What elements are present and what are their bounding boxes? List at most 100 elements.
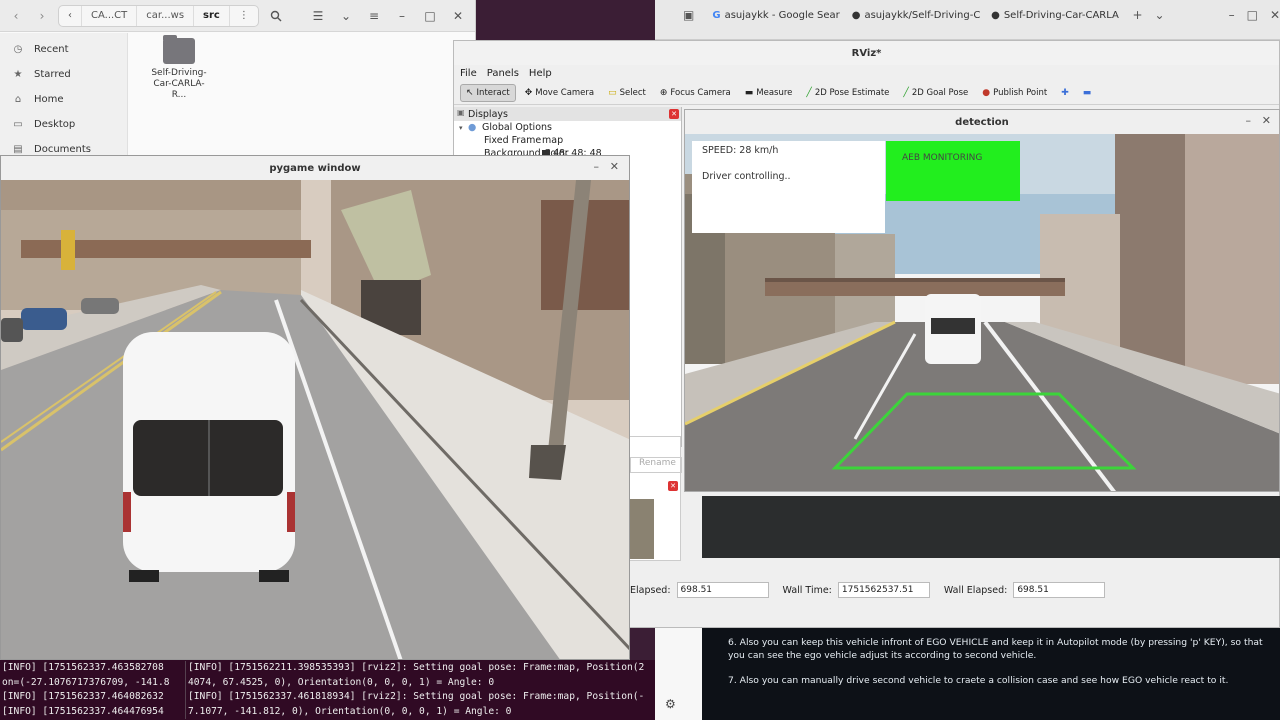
browser-tab-active[interactable]: ●Self-Driving-Car-CARLA✕	[985, 3, 1120, 27]
list-view-icon[interactable]: ☰	[307, 5, 329, 27]
terminal-line: [INFO] [1751562337.464476954	[2, 705, 164, 717]
terminal-line: [INFO] [1751562337.461818934] [rviz2]: S…	[188, 691, 645, 702]
readme-content: 6. Also you can keep this vehicle infron…	[702, 628, 1280, 720]
file-manager-headerbar: ‹ › ‹ CA...CT car...ws src ⋮ ☰ ⌄ ≡ – □ ✕	[0, 0, 475, 32]
aeb-status-box: AEB MONITORING	[886, 141, 1020, 201]
path-crumb-current[interactable]: src	[194, 6, 229, 26]
tool-label: Move Camera	[535, 87, 595, 98]
path-bar[interactable]: ‹ CA...CT car...ws src ⋮	[58, 4, 259, 27]
browser-tab[interactable]: Gasujaykk - Google Sear✕	[706, 3, 841, 27]
sidebar-item-starred[interactable]: ★ Starred	[0, 62, 127, 87]
rviz-3d-viewport[interactable]	[702, 496, 1280, 558]
github-icon: ●	[851, 9, 861, 21]
ruler-icon: ▬	[744, 87, 754, 98]
terminal-window[interactable]: [INFO] [1751562337.463582708 on=(-27.1076…	[0, 660, 655, 720]
folder-icon	[163, 35, 195, 64]
path-crumb[interactable]: CA...CT	[82, 5, 138, 26]
path-root-icon[interactable]: ‹	[59, 5, 82, 26]
detection-title: detection	[955, 116, 1009, 128]
documents-icon: ▤	[13, 144, 23, 155]
tree-row-global-options[interactable]: ▾ ● Global Options	[454, 121, 681, 134]
readme-list-item: 6. Also you can keep this vehicle infron…	[728, 637, 1263, 661]
menu-icon[interactable]: ≡	[363, 5, 385, 27]
wall-elapsed-label: Wall Elapsed:	[943, 584, 1008, 596]
wall-time-label: Wall Time:	[782, 584, 832, 596]
cursor-icon: ↖	[466, 87, 474, 98]
property-value[interactable]: map	[542, 135, 563, 146]
path-crumb[interactable]: car...ws	[137, 5, 195, 26]
desktop-icon: ▭	[13, 119, 23, 130]
tool-focus-camera-button[interactable]: ⊕ Focus Camera	[655, 84, 736, 102]
tree-label: Global Options	[482, 122, 552, 133]
terminal-line: on=(-27.1076717376709, -141.8	[2, 676, 170, 688]
menu-panels[interactable]: Panels	[487, 68, 519, 79]
tab-label: Self-Driving-Car-CARLA	[1003, 9, 1119, 21]
new-tab-icon[interactable]: +	[1132, 8, 1142, 22]
plus-icon: ✚	[1061, 87, 1069, 98]
menu-help[interactable]: Help	[529, 68, 552, 79]
speed-info-box: SPEED: 28 km/h Driver controlling..	[692, 141, 885, 233]
pygame-camera-view[interactable]	[1, 180, 630, 660]
sidebar-item-label: Recent	[34, 44, 69, 55]
close-icon[interactable]: ✕	[1262, 114, 1271, 127]
minimize-icon[interactable]: –	[1246, 114, 1252, 127]
terminal-line: [INFO] [1751562337.463582708	[2, 662, 164, 673]
tool-label: 2D Pose Estimate	[814, 87, 890, 98]
search-icon[interactable]	[265, 5, 287, 27]
tool-label: Publish Point	[993, 87, 1048, 98]
tab-overview-icon[interactable]: ▣	[683, 8, 694, 22]
rename-button[interactable]: Rename	[630, 457, 682, 473]
remove-tool-button[interactable]: ▬	[1078, 84, 1097, 102]
tool-measure-button[interactable]: ▬ Measure	[740, 84, 798, 102]
tool-label: Measure	[756, 87, 793, 98]
chevron-down-icon[interactable]: ⌄	[335, 5, 357, 27]
green-arrow-icon: ╱	[903, 87, 909, 98]
back-button[interactable]: ‹	[6, 6, 26, 26]
sidebar-item-desktop[interactable]: ▭ Desktop	[0, 112, 127, 137]
close-icon[interactable]: ✕	[447, 5, 469, 27]
sidebar-item-label: Starred	[34, 69, 71, 80]
terminal-pane-right: [INFO] [1751562211.398535393] [rviz2]: S…	[185, 661, 655, 719]
chevron-down-icon[interactable]: ▾	[454, 124, 468, 132]
tool-label: 2D Goal Pose	[911, 87, 969, 98]
property-key: Fixed Frame	[484, 135, 542, 146]
path-menu-icon[interactable]: ⋮	[228, 5, 258, 26]
chevron-down-icon[interactable]: ⌄	[1155, 8, 1165, 22]
tool-interact-button[interactable]: ↖ Interact	[460, 83, 516, 102]
tool-publish-point-button[interactable]: ● Publish Point	[977, 84, 1052, 102]
minimize-icon[interactable]: –	[391, 5, 413, 27]
map-pin-icon: ●	[982, 87, 991, 98]
tool-move-camera-button[interactable]: ✥ Move Camera	[520, 84, 599, 102]
pygame-window: pygame window – ✕	[0, 155, 630, 660]
rviz-side-panel: Rename ✕	[629, 436, 682, 561]
forward-button[interactable]: ›	[32, 6, 52, 26]
browser-tab-strip: ▣ Gasujaykk - Google Sear✕ ●asujaykk/Sel…	[655, 0, 1280, 30]
ros-elapsed-field: 698.51	[676, 582, 769, 598]
select-box-icon: ▭	[608, 87, 617, 98]
globe-icon: ●	[468, 122, 477, 133]
detection-window: detection – ✕ SPEED: 28 km/h Driver cont…	[684, 109, 1280, 492]
minimize-icon[interactable]: –	[1229, 8, 1235, 22]
gear-icon[interactable]: ⚙	[665, 697, 676, 711]
tool-select-button[interactable]: ▭ Select	[603, 84, 651, 102]
panel-icon: ▣	[457, 108, 465, 117]
sidebar-item-label: Home	[34, 94, 64, 105]
maximize-icon[interactable]: □	[419, 5, 441, 27]
tool-2d-goal-pose-button[interactable]: ╱ 2D Goal Pose	[898, 84, 973, 102]
close-icon[interactable]: ✕	[668, 481, 678, 491]
sidebar-item-recent[interactable]: ◷ Recent	[0, 37, 127, 62]
close-icon[interactable]: ✕	[610, 160, 619, 173]
menu-file[interactable]: File	[460, 68, 477, 79]
browser-tab[interactable]: ●asujaykk/Self-Driving-C✕	[846, 3, 981, 27]
add-tool-button[interactable]: ✚	[1056, 84, 1074, 102]
folder-item[interactable]: Self-Driving-Car-CARLA-R...	[150, 35, 208, 101]
tool-2d-pose-estimate-button[interactable]: ╱ 2D Pose Estimate	[801, 84, 894, 102]
tree-row-fixed-frame[interactable]: Fixed Frame map	[454, 134, 681, 147]
close-icon[interactable]: ✕	[669, 109, 679, 119]
maximize-icon[interactable]: □	[1247, 8, 1258, 22]
minimize-icon[interactable]: –	[594, 160, 600, 173]
terminal-line: 4074, 67.4525, 0), Orientation(0, 0, 0, …	[188, 676, 495, 688]
clock-icon: ◷	[13, 44, 23, 55]
close-icon[interactable]: ✕	[1270, 8, 1280, 22]
sidebar-item-home[interactable]: ⌂ Home	[0, 87, 127, 112]
